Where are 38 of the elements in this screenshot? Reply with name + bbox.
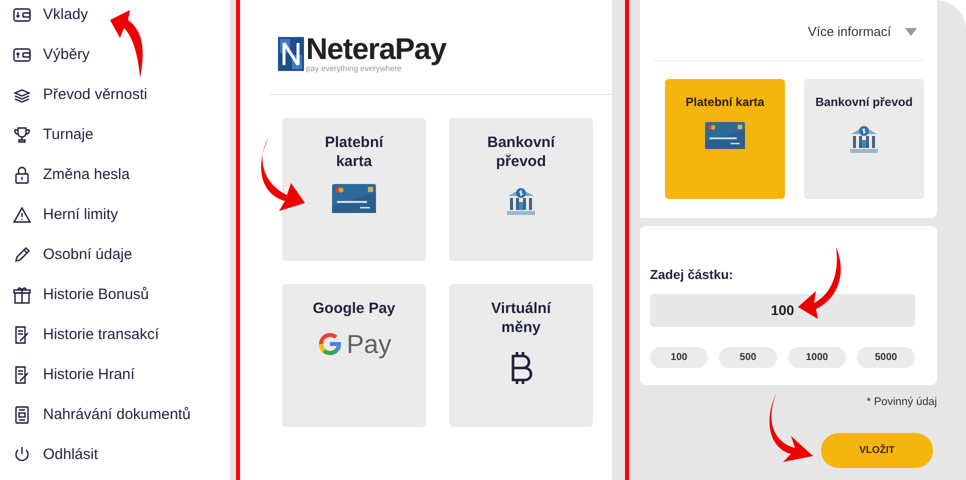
- preset-amount-chip[interactable]: 1000: [788, 346, 846, 368]
- payment-method-tile[interactable]: Bankovní převod: [804, 78, 924, 198]
- sidebar-item[interactable]: Nahrávání dokumentů: [12, 405, 230, 425]
- preset-amount-chip[interactable]: 500: [719, 346, 777, 368]
- sidebar-item[interactable]: Převod věrnosti: [12, 85, 230, 105]
- more-info-toggle[interactable]: Více informací: [808, 22, 917, 42]
- payment-method-tile[interactable]: Bankovní převod: [449, 118, 593, 261]
- credit-card-icon: [705, 122, 745, 149]
- credit-card-icon: [332, 184, 376, 214]
- google-g-icon: [316, 330, 343, 357]
- sidebar-item[interactable]: Odhlásit: [12, 445, 230, 465]
- sidebar-item[interactable]: Historie Bonusů: [12, 285, 230, 305]
- payment-method-tile[interactable]: Google Pay Pay: [282, 284, 426, 427]
- sidebar-item[interactable]: Herní limity: [12, 205, 230, 225]
- gift-icon: [12, 285, 32, 305]
- trophy-icon: [12, 125, 32, 145]
- payment-method-tile[interactable]: Platební karta: [282, 118, 426, 261]
- sidebar-item[interactable]: Historie Hraní: [12, 365, 230, 385]
- sidebar-item[interactable]: Turnaje: [12, 125, 230, 145]
- payment-method-tile[interactable]: Platební karta: [665, 78, 785, 198]
- preset-amount-chip[interactable]: 100: [650, 346, 708, 368]
- logo-mark-icon: [278, 37, 304, 71]
- payment-method-tile[interactable]: Virtuální měny: [449, 284, 593, 427]
- pencil-icon: [12, 245, 32, 265]
- preset-amount-chip[interactable]: 5000: [857, 346, 915, 368]
- netera-logo: NeteraPay pay everything everywhere: [278, 35, 612, 73]
- amount-label: Zadej částku:: [650, 266, 734, 284]
- sidebar-item[interactable]: Výběry: [12, 45, 230, 65]
- sidebar-item[interactable]: Historie transakcí: [12, 325, 230, 345]
- warning-icon: [12, 205, 32, 225]
- sidebar-item[interactable]: Vklady: [12, 5, 230, 25]
- google-pay-logo: Pay: [316, 330, 392, 357]
- deposit-button[interactable]: VLOŽIT: [821, 432, 933, 468]
- sidebar-item[interactable]: Změna hesla: [12, 165, 230, 185]
- required-note: * Povinný údaj: [866, 395, 937, 410]
- dropdown-triangle-icon: [905, 28, 917, 36]
- sidebar-item[interactable]: Osobní údaje: [12, 245, 230, 265]
- amount-field[interactable]: 100: [650, 294, 915, 326]
